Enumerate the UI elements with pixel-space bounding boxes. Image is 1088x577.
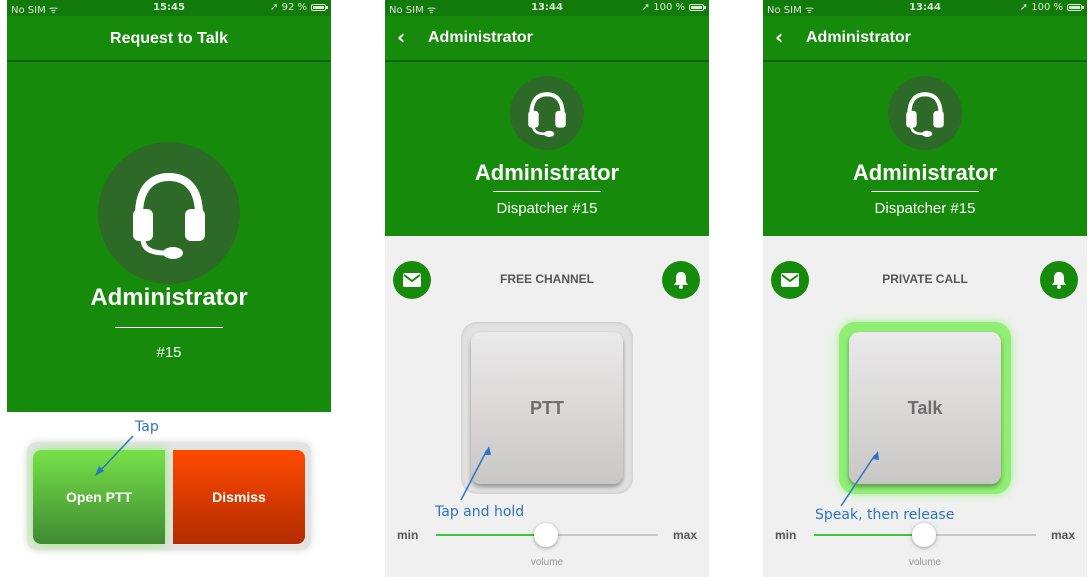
request-to-talk-screen: No SIM ᯤ 15:45 ➚ 92 % Request to Talk Ad…: [7, 0, 331, 577]
slider-min-label: min: [397, 528, 419, 542]
annotation-arrow: [95, 435, 134, 476]
slider-track: [924, 534, 1036, 536]
annotation-arrow: [840, 451, 879, 507]
slider-knob[interactable]: [912, 523, 936, 547]
slider-track-filled: [436, 534, 546, 536]
slider-min-label: min: [775, 528, 797, 542]
ptt-screen-free-channel: No SIM ᯤ 13:44 ➚ 100 % ‹ Administrator A…: [385, 0, 709, 577]
slider-max-label: max: [672, 528, 697, 542]
volume-slider[interactable]: min max: [763, 523, 1087, 547]
slider-max-label: max: [1050, 528, 1075, 542]
slider-track-filled: [814, 534, 924, 536]
slider-track: [546, 534, 658, 536]
annotation-arrow: [460, 446, 491, 501]
volume-caption: volume: [530, 557, 564, 568]
volume-slider[interactable]: min max: [385, 523, 709, 547]
volume-caption: volume: [908, 557, 942, 568]
ptt-screen-private-call: No SIM ᯤ 13:44 ➚ 100 % ‹ Administrator A…: [763, 0, 1087, 577]
slider-knob[interactable]: [534, 523, 558, 547]
